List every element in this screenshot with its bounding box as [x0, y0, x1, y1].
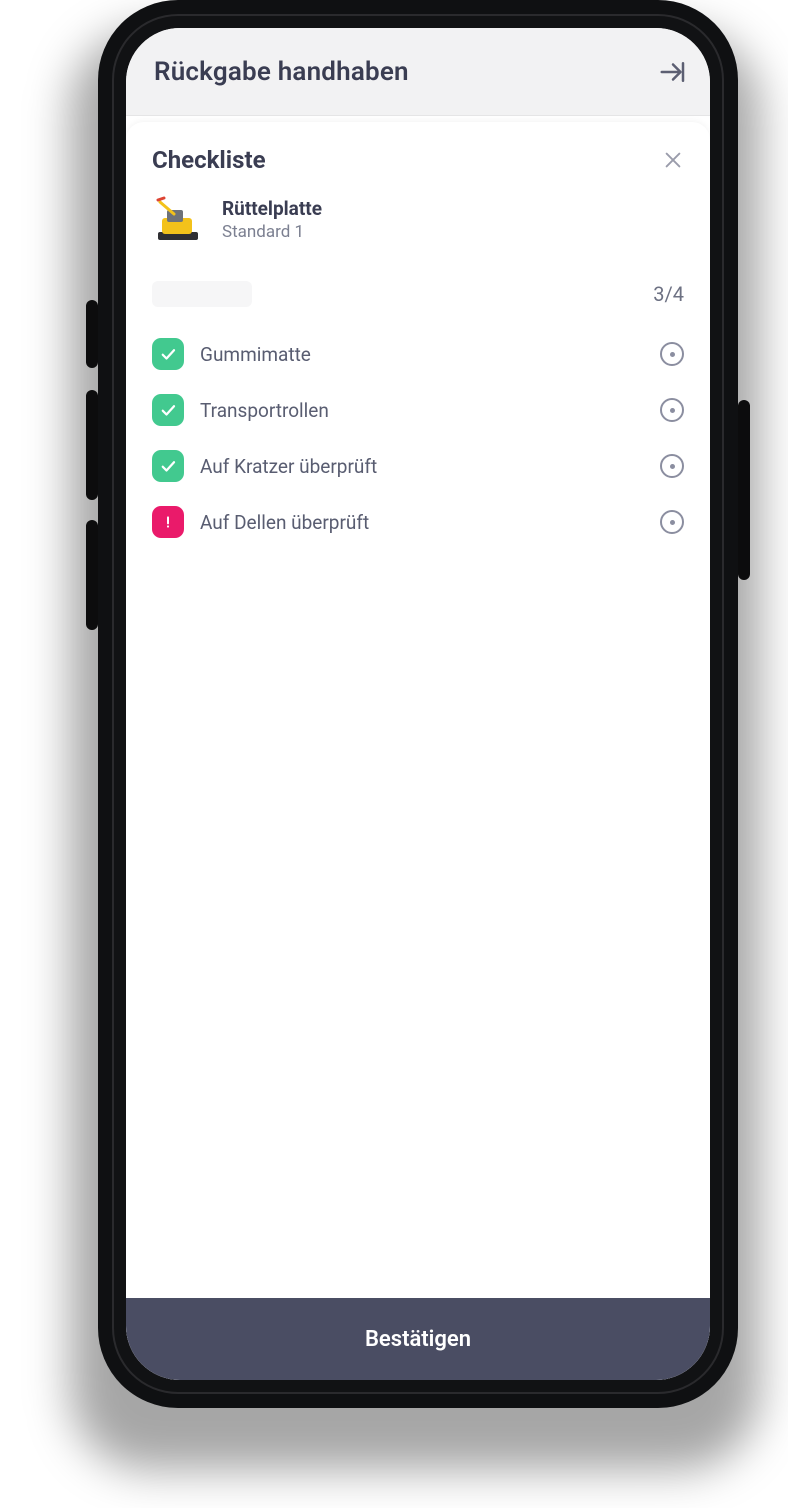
product-subtitle: Standard 1: [222, 222, 322, 242]
item-options-icon[interactable]: [660, 510, 684, 534]
checklist-item-label: Transportrollen: [200, 399, 644, 422]
progress-placeholder: [152, 281, 252, 307]
product-row: Rüttelplatte Standard 1: [126, 184, 710, 254]
check-icon: [152, 338, 184, 370]
sheet-title: Checkliste: [152, 146, 662, 174]
checklist-item[interactable]: Transportrollen: [140, 382, 696, 438]
alert-icon: [152, 506, 184, 538]
confirm-label: Bestätigen: [365, 1327, 471, 1352]
item-options-icon[interactable]: [660, 398, 684, 422]
product-thumb: [152, 192, 208, 248]
collapse-right-icon[interactable]: [658, 57, 688, 87]
checklist-item-label: Gummimatte: [200, 343, 644, 366]
checklist-item-label: Auf Kratzer überprüft: [200, 455, 644, 478]
phone-frame: Rückgabe handhaben Checkliste: [98, 0, 738, 1408]
phone-side-button: [86, 300, 98, 368]
appbar: Rückgabe handhaben: [126, 28, 710, 116]
screen: Rückgabe handhaben Checkliste: [126, 28, 710, 1380]
item-options-icon[interactable]: [660, 454, 684, 478]
phone-volume-up-button: [86, 390, 98, 500]
product-name: Rüttelplatte: [222, 198, 322, 220]
checklist-item[interactable]: Gummimatte: [140, 326, 696, 382]
sheet: Checkliste: [126, 122, 710, 1380]
page-title: Rückgabe handhaben: [154, 57, 658, 87]
checklist-item[interactable]: Auf Dellen überprüft: [140, 494, 696, 550]
checklist-item[interactable]: Auf Kratzer überprüft: [140, 438, 696, 494]
checklist: Gummimatte Transportrollen Auf Kratzer übe…: [126, 322, 710, 550]
close-icon[interactable]: [662, 149, 684, 171]
check-icon: [152, 394, 184, 426]
phone-volume-down-button: [86, 520, 98, 630]
item-options-icon[interactable]: [660, 342, 684, 366]
confirm-button[interactable]: Bestätigen: [126, 1298, 710, 1380]
checklist-item-label: Auf Dellen überprüft: [200, 511, 644, 534]
phone-power-button: [738, 400, 750, 580]
progress-count: 3/4: [653, 282, 684, 306]
check-icon: [152, 450, 184, 482]
